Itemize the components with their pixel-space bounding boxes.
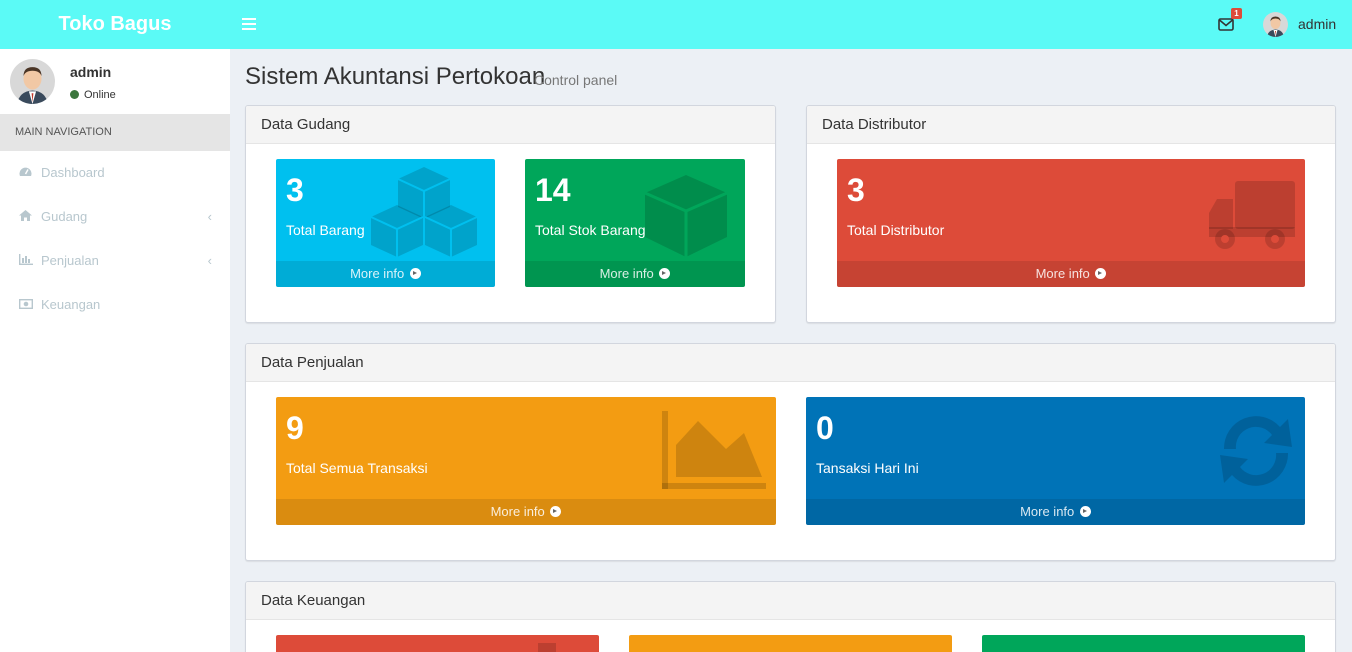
distributor-panel: Data Distributor 3 Total Distributor Mor…: [806, 105, 1336, 323]
more-info-link[interactable]: More info: [276, 499, 776, 525]
stat-label: Total Semua Transaksi: [286, 460, 428, 476]
home-icon: [18, 195, 33, 239]
stat-box-total-stok: 14 Total Stok Barang More info: [525, 159, 745, 287]
sidebar-item-keuangan[interactable]: Keuangan: [0, 283, 230, 327]
link-label: More info: [490, 504, 545, 519]
status-label: Online: [84, 89, 116, 101]
more-info-link[interactable]: More info: [525, 261, 745, 287]
stat-box-total-barang: 3 Total Barang More info: [276, 159, 495, 287]
link-label: More info: [1035, 266, 1090, 281]
stat-box-keuangan-3: [982, 635, 1305, 652]
sidebar: admin Online MAIN NAVIGATION Dashboard G…: [0, 49, 230, 652]
messages-button[interactable]: 1: [1216, 8, 1242, 34]
stat-label: Total Stok Barang: [535, 222, 646, 238]
mail-count-badge: 1: [1231, 8, 1242, 19]
link-label: More info: [350, 266, 405, 281]
stat-value: 3: [847, 172, 865, 208]
dashboard-icon: [18, 151, 33, 195]
stat-value: 0: [816, 410, 834, 446]
area-chart-icon: [662, 411, 766, 489]
sidebar-item-label: Gudang: [41, 209, 88, 224]
chevron-left-icon: ‹: [207, 209, 212, 224]
arrow-circle-right-icon: [1095, 268, 1107, 279]
cubes-icon: [370, 167, 478, 257]
stat-value: 14: [535, 172, 571, 208]
bar-chart-icon: [18, 239, 33, 283]
envelope-icon: [1218, 18, 1234, 31]
arrow-circle-right-icon: [550, 506, 562, 517]
arrow-circle-right-icon: [409, 268, 421, 279]
more-info-link[interactable]: More info: [806, 499, 1305, 525]
arrow-circle-right-icon: [659, 268, 671, 279]
online-status-icon: [70, 90, 79, 99]
stat-box-total-transaksi: 9 Total Semua Transaksi More info: [276, 397, 776, 525]
stat-box-total-distributor: 3 Total Distributor More info: [837, 159, 1305, 287]
sidebar-item-gudang[interactable]: Gudang ‹: [0, 195, 230, 239]
link-label: More info: [1020, 504, 1075, 519]
nav-header: MAIN NAVIGATION: [0, 114, 230, 151]
stat-label: Total Barang: [286, 222, 365, 238]
penjualan-panel: Data Penjualan 9 Total Semua Transaksi M…: [245, 343, 1336, 561]
stat-box-keuangan-1: [276, 635, 599, 652]
sidebar-toggle-icon[interactable]: [242, 14, 262, 34]
link-label: More info: [599, 266, 654, 281]
cube-icon: [644, 175, 728, 257]
money-icon: [18, 283, 33, 327]
sidebar-item-label: Penjualan: [41, 253, 99, 268]
stat-value: 3: [286, 172, 304, 208]
sidebar-item-label: Dashboard: [41, 165, 105, 180]
avatar[interactable]: [1263, 12, 1288, 37]
stat-box-transaksi-hari-ini: 0 Tansaksi Hari Ini More info: [806, 397, 1305, 525]
panel-title: Data Keuangan: [246, 582, 1335, 620]
user-panel: admin Online: [0, 49, 230, 114]
sidebar-username: admin: [70, 64, 112, 80]
page-subtitle: Control panel: [534, 72, 618, 88]
money-icon: [538, 643, 556, 652]
truck-icon: [1209, 181, 1295, 249]
stat-label: Tansaksi Hari Ini: [816, 460, 919, 476]
panel-title: Data Distributor: [807, 106, 1335, 144]
app-logo[interactable]: Toko Bagus: [0, 0, 230, 49]
chevron-left-icon: ‹: [207, 253, 212, 268]
top-header: Toko Bagus 1 admin: [0, 0, 1352, 49]
stat-box-keuangan-2: [629, 635, 952, 652]
stat-value: 9: [286, 410, 304, 446]
refresh-icon: [1220, 416, 1292, 486]
more-info-link[interactable]: More info: [276, 261, 495, 287]
keuangan-panel: Data Keuangan: [245, 581, 1336, 652]
avatar: [10, 59, 55, 104]
header-username[interactable]: admin: [1298, 16, 1336, 32]
sidebar-item-dashboard[interactable]: Dashboard: [0, 151, 230, 195]
arrow-circle-right-icon: [1079, 506, 1091, 517]
user-status: Online: [70, 89, 116, 101]
gudang-panel: Data Gudang 3 Total Barang More info 14 …: [245, 105, 776, 323]
sidebar-item-penjualan[interactable]: Penjualan ‹: [0, 239, 230, 283]
page-title: Sistem Akuntansi Pertokoan: [245, 63, 546, 90]
more-info-link[interactable]: More info: [837, 261, 1305, 287]
stat-label: Total Distributor: [847, 222, 945, 238]
panel-title: Data Penjualan: [246, 344, 1335, 382]
panel-title: Data Gudang: [246, 106, 775, 144]
sidebar-item-label: Keuangan: [41, 297, 101, 312]
